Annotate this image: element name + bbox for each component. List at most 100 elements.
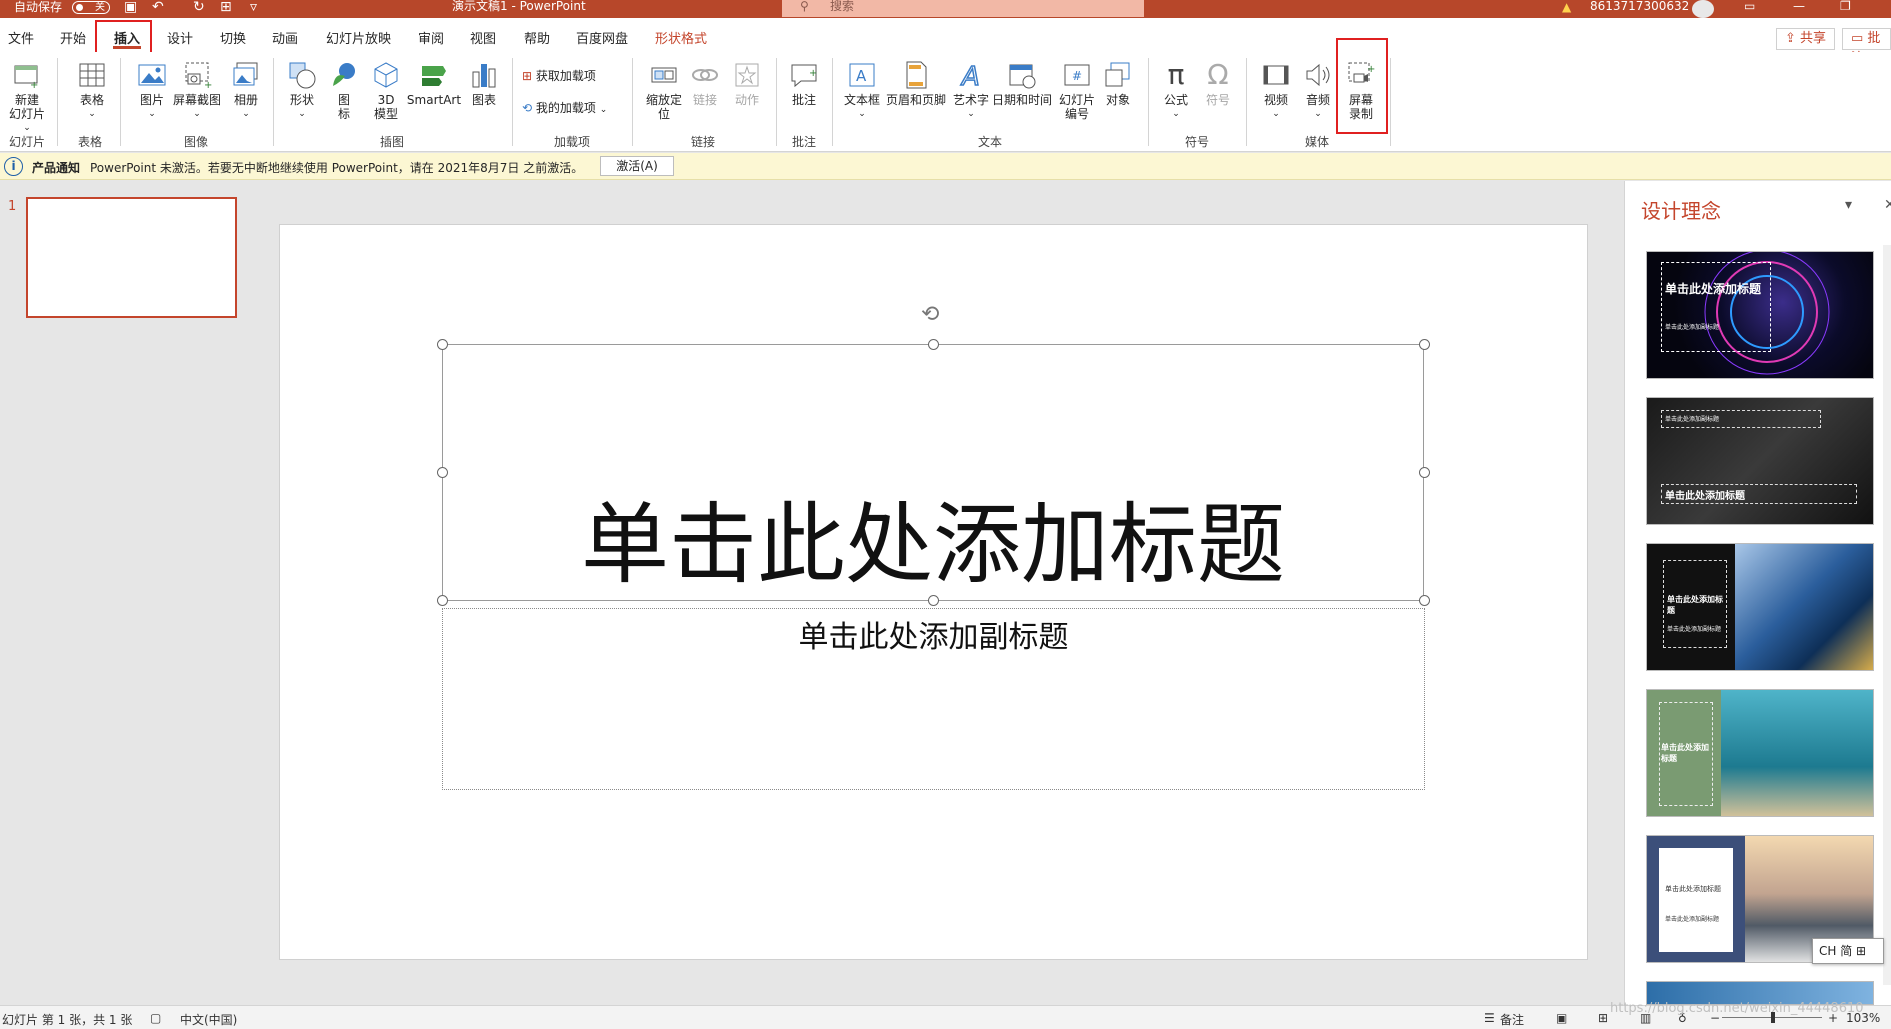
tab-help[interactable]: 帮助 [524,28,550,47]
ribbon-display-icon[interactable]: ▭ [1744,0,1755,12]
resize-handle[interactable] [437,339,448,350]
design-idea-card[interactable]: 单击此处添加副标题 单击此处添加标题 [1646,397,1874,525]
sea-turtle-image [1721,690,1873,816]
symbol-button[interactable]: Ω 符号 [1200,60,1236,108]
chevron-down-icon: ⌄ [1272,109,1280,119]
smartart-button[interactable]: SmartArt [406,60,462,107]
tab-home[interactable]: 开始 [60,28,86,47]
table-label: 表格 [79,93,104,107]
chart-button[interactable]: 图表 [464,60,504,107]
share-button[interactable]: ⇪ 共享 [1776,28,1836,50]
header-footer-button[interactable]: 页眉和页脚 [884,60,948,107]
chevron-down-icon: ⌄ [967,109,975,119]
textbox-button[interactable]: A 文本框 ⌄ [842,60,882,121]
ime-indicator[interactable]: CH 简 ⊞ [1812,938,1884,964]
group-label-text: 文本 [978,135,1003,149]
highlight-insert-tab [95,20,152,56]
slide-number-button[interactable]: # 幻灯片 编号 [1056,60,1098,121]
undo-icon[interactable]: ↶ [152,0,164,14]
notes-icon[interactable]: ☰ [1484,1011,1495,1025]
redo-icon[interactable]: ↻ [193,0,205,14]
new-slide-button[interactable]: + 新建 幻灯片 ⌄ [4,60,50,135]
chevron-down-icon: ⌄ [1172,109,1180,119]
group-separator [832,58,833,146]
tab-baidu-netdisk[interactable]: 百度网盘 [576,28,628,47]
picture-button[interactable]: 图片 ⌄ [132,60,172,121]
speaker-icon [1306,63,1330,87]
shapes-button[interactable]: 形状 ⌄ [284,60,320,121]
resize-handle[interactable] [1419,339,1430,350]
tab-shape-format[interactable]: 形状格式 [655,28,707,47]
table-button[interactable]: 表格 ⌄ [72,60,112,121]
action-button[interactable]: 动作 [728,60,766,107]
slide-title[interactable]: 单击此处添加标题 [442,490,1424,600]
customize-qat-icon[interactable]: ▿ [250,0,257,14]
resize-handle[interactable] [928,339,939,350]
wordart-button[interactable]: A 艺术字 ⌄ [950,60,992,121]
group-separator [1246,58,1247,146]
video-icon [1263,65,1289,85]
video-button[interactable]: 视频 ⌄ [1258,60,1294,121]
zoom-button[interactable]: 缩放定 位 [642,60,686,121]
tab-animations[interactable]: 动画 [272,28,298,47]
design-idea-card[interactable]: 单击此处添加标题 单击此处添加副标题 [1646,251,1874,379]
textbox-label: 文本框 [843,93,880,107]
minimize-icon[interactable]: — [1793,0,1805,12]
design-pane-scrollbar[interactable] [1883,245,1891,985]
audio-label: 音频 [1305,93,1330,107]
design-idea-card[interactable]: 单击此处添加标题 [1646,689,1874,817]
language-indicator[interactable]: 中文(中国) [180,1011,237,1028]
account-name[interactable]: 8613717300632 [1590,0,1689,12]
equation-button[interactable]: π 公式 ⌄ [1158,60,1194,121]
tab-view[interactable]: 视图 [470,28,496,47]
object-button[interactable]: 对象 [1098,60,1138,107]
cube-icon [374,62,398,88]
3d-models-button[interactable]: 3D 模型 [366,60,406,121]
tab-file[interactable]: 文件 [8,28,34,47]
share-label: 共享 [1800,31,1827,46]
present-icon[interactable]: ⊞ [220,0,232,14]
design-idea-card[interactable]: 单击此处添加标题 单击此处添加副标题 [1646,543,1874,671]
link-button[interactable]: 链接 [686,60,724,107]
group-label-illustrations: 插图 [380,135,405,149]
wordart-icon: A [959,61,980,90]
album-button[interactable]: 相册 ⌄ [226,60,266,121]
notes-button[interactable]: 备注 [1500,1011,1524,1028]
screenshot-button[interactable]: + 屏幕截图 ⌄ [170,60,224,121]
status-bar: 幻灯片 第 1 张，共 1 张 ▢ 中文(中国) ☰ 备注 ▣ ⊞ ▥ ♁ − … [0,1005,1891,1029]
tab-design[interactable]: 设计 [167,28,193,47]
ime-label: CH 简 [1819,944,1853,958]
my-addins-button[interactable]: ⟲ 我的加载项 ⌄ [522,100,607,118]
restore-icon[interactable]: ❐ [1840,0,1851,12]
activate-button[interactable]: 激活(A) [600,156,674,176]
slide-subtitle[interactable]: 单击此处添加副标题 [442,612,1425,656]
tab-transitions[interactable]: 切换 [220,28,246,47]
link-icon [692,69,718,81]
avatar[interactable] [1692,0,1714,18]
date-time-button[interactable]: 日期和时间 [990,60,1054,107]
slide-thumbnail[interactable] [26,197,237,318]
pane-options-icon[interactable]: ▾ [1845,197,1852,213]
blue-abstract-image [1735,544,1873,670]
normal-view-icon[interactable]: ▣ [1556,1011,1567,1025]
save-icon[interactable]: ▣ [124,0,137,14]
design-card-subtitle: 单击此处添加副标题 [1665,324,1720,331]
rotate-handle-icon[interactable]: ⟲ [921,302,939,327]
close-icon[interactable]: ✕ [1884,197,1891,213]
resize-handle[interactable] [1419,467,1430,478]
autosave-toggle[interactable]: 关 [72,1,110,14]
tab-slideshow[interactable]: 幻灯片放映 [326,28,391,47]
comment-insert-button[interactable]: + 批注 [786,60,822,107]
chevron-down-icon: ⌄ [148,109,156,119]
search-box[interactable]: ⚲ 搜索 [782,0,1144,17]
album-icon [233,62,258,86]
slide-sorter-icon[interactable]: ⊞ [1598,1011,1608,1025]
tab-review[interactable]: 审阅 [418,28,444,47]
comments-button[interactable]: ▭ 批注 [1842,28,1891,66]
resize-handle[interactable] [437,467,448,478]
spellcheck-icon[interactable]: ▢ [150,1011,161,1025]
audio-button[interactable]: 音频 ⌄ [1300,60,1336,121]
pi-icon: π [1167,58,1185,91]
get-addins-button[interactable]: ⊞ 获取加载项 [522,68,596,84]
icons-button[interactable]: 图 标 [328,60,360,121]
